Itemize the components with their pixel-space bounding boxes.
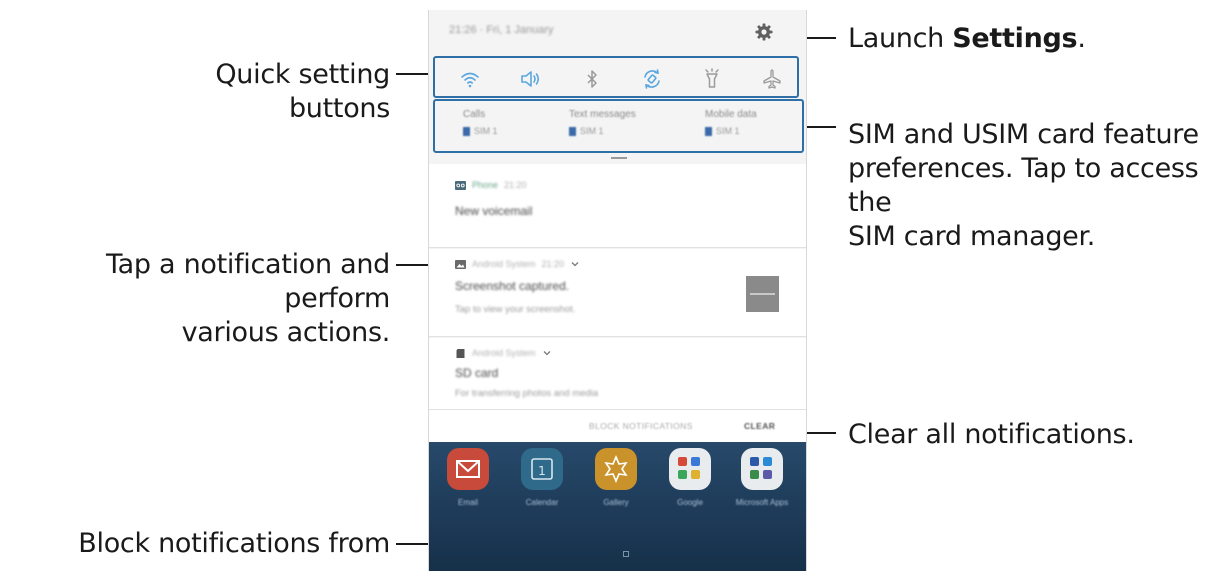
app-label: Microsoft Apps [735,498,789,507]
sound-icon[interactable] [519,68,541,90]
email-app-icon[interactable] [447,448,489,490]
block-notifications-button[interactable]: BLOCK NOTIFICATIONS [589,421,693,431]
status-bar: 21:26 · Fri, 1 January [429,10,806,56]
sd-card-icon [456,348,465,358]
sim-pref-text-messages[interactable]: Text messages SIM 1 [569,109,636,136]
callout-sim-line-1: SIM and USIM card feature [848,119,1199,150]
callout-block-notifications: Block notifications from apps. [78,528,390,571]
flashlight-icon[interactable] [701,68,723,90]
sim-pref-mobile-data[interactable]: Mobile data SIM 1 [705,109,757,136]
microsoft-apps-folder-icon[interactable] [741,448,783,490]
notification-app-name: Android System [472,348,536,358]
notification-voicemail[interactable]: Phone 21:20 New voicemail [429,164,806,248]
home-page-indicator-icon [623,551,629,557]
voicemail-icon [455,180,466,190]
google-folder-icon[interactable] [669,448,711,490]
image-icon [455,259,466,269]
status-time-date: 21:26 · Fri, 1 January [449,24,554,36]
callout-launch-bold: Settings [952,23,1078,54]
notification-title: Screenshot captured. [455,279,570,293]
quick-settings-row [433,56,799,98]
app-label: Calendar [525,498,559,507]
notification-screenshot[interactable]: Android System 21:20 Screenshot captured… [429,249,806,337]
sim-preferences-row[interactable]: Calls SIM 1 Text messages SIM 1 Mobile d… [433,99,804,153]
sim-card-icon [705,126,712,136]
callout-sim-line-3: SIM card manager. [848,221,1096,252]
leader-quick-settings [396,73,430,75]
svg-text:1: 1 [538,464,546,478]
gallery-app-icon[interactable] [595,448,637,490]
callout-quick-settings: Quick setting buttons [215,59,390,124]
chevron-down-icon[interactable] [542,349,552,357]
notification-app-name: Android System [472,259,536,269]
notification-subtitle: Tap to view your screenshot. [455,304,576,315]
callout-tap-line-1: Tap a notification and perform [105,249,390,314]
screenshot-thumbnail[interactable] [746,276,779,312]
sim-pref-title: Mobile data [705,109,757,120]
clear-button[interactable]: CLEAR [744,421,775,431]
notification-time: 21:20 [504,180,527,190]
sim-pref-value: SIM 1 [474,126,498,136]
app-label: Email [457,498,478,507]
notification-time: 21:20 [541,259,565,269]
airplane-mode-icon[interactable] [761,68,783,90]
callout-launch-prefix: Launch [848,23,953,54]
notification-title: SD card [455,366,499,380]
sim-card-icon [463,126,470,136]
callout-tap-notification: Tap a notification and perform various a… [8,248,390,350]
notification-actions-bar: BLOCK NOTIFICATIONS CLEAR [429,410,806,442]
bluetooth-icon[interactable] [581,68,603,90]
callout-launch-suffix: . [1077,23,1086,54]
sim-pref-value: SIM 1 [716,126,740,136]
callout-launch-settings: Launch Settings. [848,22,1086,56]
callout-tap-line-2: various actions. [181,317,391,348]
leader-sim-preferences [806,126,836,128]
wifi-icon[interactable] [459,68,481,90]
calendar-app-icon[interactable]: 1 [521,448,563,490]
notification-subtitle: For transferring photos and media [455,388,599,399]
notification-panel: 21:26 · Fri, 1 January Calls SIM 1 Text … [428,10,807,571]
sim-pref-title: Calls [463,109,486,120]
auto-rotate-icon[interactable] [641,68,663,90]
settings-gear-icon[interactable] [754,22,774,42]
panel-drag-handle[interactable] [611,157,627,159]
sim-card-icon [569,126,576,136]
home-screen-background: Email 1 Calendar Gallery Google Microsof… [429,442,806,571]
callout-sim-line-2: preferences. Tap to access the [848,153,1199,218]
sim-pref-title: Text messages [569,109,636,120]
sim-pref-calls[interactable]: Calls SIM 1 [463,109,498,136]
notification-sd-card[interactable]: Android System SD card For transferring … [429,338,806,410]
notification-title: New voicemail [455,204,533,218]
callout-sim-preferences: SIM and USIM card feature preferences. T… [848,118,1225,254]
chevron-down-icon[interactable] [570,260,580,268]
app-label: Google [677,498,703,507]
callout-clear-all: Clear all notifications. [848,419,1135,450]
notification-app-name: Phone [472,180,499,190]
sim-pref-value: SIM 1 [580,126,604,136]
app-label: Gallery [603,498,629,507]
